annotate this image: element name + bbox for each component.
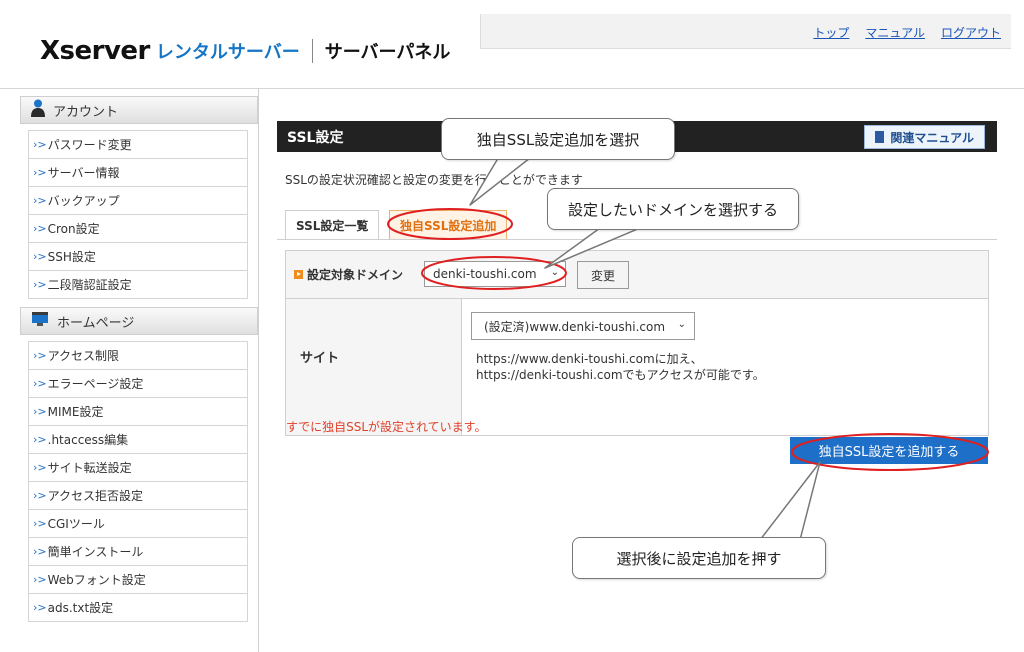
sidebar-item-ssh[interactable]: ›> SSH設定 <box>29 242 247 270</box>
arrow-icon: ›> <box>33 545 47 558</box>
sidebar-item-password[interactable]: ›> パスワード変更 <box>29 130 247 158</box>
sidebar-item-mime[interactable]: ›> MIME設定 <box>29 397 247 425</box>
book-icon <box>875 131 885 143</box>
logo-panel: サーバーパネル <box>324 42 451 63</box>
arrow-icon: ›> <box>33 138 47 151</box>
arrow-icon: ›> <box>33 461 47 474</box>
account-menu: ›> パスワード変更 ›> サーバー情報 ›> バックアップ ›> Cron設定 ›> S… <box>28 130 248 299</box>
sidebar-item-server-info[interactable]: ›> サーバー情報 <box>29 158 247 186</box>
sidebar-item-label: アクセス拒否設定 <box>47 489 144 503</box>
sidebar-item-label: 簡単インストール <box>47 545 144 559</box>
arrow-icon: ›> <box>33 405 47 418</box>
callout-press-add: 選択後に設定追加を押す <box>572 537 826 579</box>
sidebar-item-redirect[interactable]: ›> サイト転送設定 <box>29 453 247 481</box>
logo-main: Xserver <box>40 36 150 66</box>
sidebar-item-ads-txt[interactable]: ›> ads.txt設定 <box>29 593 247 621</box>
arrow-icon: ›> <box>33 573 47 586</box>
arrow-icon: ›> <box>33 166 47 179</box>
sidebar-item-2fa[interactable]: ›> 二段階認証設定 <box>29 270 247 298</box>
sidebar-item-label: アクセス制限 <box>47 349 120 363</box>
arrow-icon: ›> <box>33 194 47 207</box>
sidebar-item-cron[interactable]: ›> Cron設定 <box>29 214 247 242</box>
logo-sub: レンタルサーバー <box>155 42 300 63</box>
sidebar-item-label: 二段階認証設定 <box>47 278 132 292</box>
domain-select[interactable]: denki-toushi.com ⌄ <box>424 261 566 287</box>
arrow-icon: ›> <box>33 517 47 530</box>
sidebar-item-label: サイト転送設定 <box>47 461 132 475</box>
sidebar-item-htaccess[interactable]: ›> .htaccess編集 <box>29 425 247 453</box>
sidebar-item-label: パスワード変更 <box>47 138 132 152</box>
arrow-icon: ›> <box>33 250 47 263</box>
sidebar-section-homepage: ホームページ <box>20 307 258 335</box>
page-title: SSL設定 <box>287 129 344 146</box>
sidebar-item-label: SSH設定 <box>47 250 96 264</box>
logo[interactable]: Xserver レンタルサーバー サーバーパネル <box>40 36 450 66</box>
ssl-status-message: すでに独自SSLが設定されています。 <box>286 420 487 434</box>
arrow-icon: ›> <box>33 349 47 362</box>
sidebar-item-label: ads.txt設定 <box>47 601 114 615</box>
sidebar-item-label: エラーページ設定 <box>47 377 144 391</box>
site-note-line-2: https://denki-toushi.comでもアクセスが可能です。 <box>476 368 765 382</box>
site-label-cell: サイト <box>286 299 462 435</box>
sidebar-divider <box>258 88 259 652</box>
domain-select-value: denki-toushi.com <box>433 267 537 281</box>
domain-label-text: 設定対象ドメイン <box>307 268 404 282</box>
sidebar-item-label: Cron設定 <box>47 222 100 236</box>
callout-select-domain: 設定したいドメインを選択する <box>547 188 799 230</box>
site-select[interactable]: (設定済)www.denki-toushi.com ⌄ <box>471 312 695 340</box>
person-icon <box>31 99 45 121</box>
chevron-down-icon: ⌄ <box>550 267 559 278</box>
homepage-menu: ›> アクセス制限 ›> エラーページ設定 ›> MIME設定 ›> .htaccess… <box>28 341 248 622</box>
play-square-icon <box>294 270 303 279</box>
sidebar-item-access-deny[interactable]: ›> アクセス拒否設定 <box>29 481 247 509</box>
change-button[interactable]: 変更 <box>577 261 629 289</box>
link-top[interactable]: トップ <box>813 24 849 41</box>
sidebar-item-error-page[interactable]: ›> エラーページ設定 <box>29 369 247 397</box>
sidebar-section-account: アカウント <box>20 96 258 124</box>
header: Xserver レンタルサーバー サーバーパネル トップ マニュアル ログアウト <box>0 0 1024 89</box>
add-ssl-button[interactable]: 独自SSL設定を追加する <box>790 437 988 464</box>
domain-row: 設定対象ドメイン denki-toushi.com ⌄ 変更 <box>286 251 988 299</box>
tab-ssl-list[interactable]: SSL設定一覧 <box>285 210 380 239</box>
chevron-down-icon: ⌄ <box>677 319 686 330</box>
arrow-icon: ›> <box>33 377 47 390</box>
monitor-icon <box>31 311 49 331</box>
sidebar-section-title: アカウント <box>53 104 119 120</box>
logo-divider <box>311 39 313 63</box>
callout-tail-3 <box>759 461 821 541</box>
sidebar-item-easy-install[interactable]: ›> 簡単インストール <box>29 537 247 565</box>
site-note: https://www.denki-toushi.comに加え、 https:/… <box>476 351 765 383</box>
sidebar-item-label: .htaccess編集 <box>47 433 129 447</box>
sidebar-item-backup[interactable]: ›> バックアップ <box>29 186 247 214</box>
arrow-icon: ›> <box>33 489 47 502</box>
settings-panel: 設定対象ドメイン denki-toushi.com ⌄ 変更 サイト (設定済)… <box>285 250 989 436</box>
top-links-area: トップ マニュアル ログアウト <box>480 14 1011 49</box>
arrow-icon: ›> <box>33 601 47 614</box>
domain-label: 設定対象ドメイン <box>294 266 403 283</box>
sidebar-item-label: MIME設定 <box>47 405 104 419</box>
sidebar-item-label: CGIツール <box>47 517 105 531</box>
related-manual-label: 関連マニュアル <box>890 130 974 145</box>
link-manual[interactable]: マニュアル <box>865 24 925 41</box>
sidebar-item-label: サーバー情報 <box>47 166 120 180</box>
sidebar-item-webfont[interactable]: ›> Webフォント設定 <box>29 565 247 593</box>
link-logout[interactable]: ログアウト <box>941 24 1001 41</box>
site-select-value: (設定済)www.denki-toushi.com <box>484 319 666 334</box>
arrow-icon: ›> <box>33 278 47 291</box>
sidebar-item-cgi[interactable]: ›> CGIツール <box>29 509 247 537</box>
related-manual-button[interactable]: 関連マニュアル <box>864 125 985 149</box>
sidebar: アカウント ›> パスワード変更 ›> サーバー情報 ›> バックアップ ›> Cron… <box>20 96 258 630</box>
sidebar-item-access-limit[interactable]: ›> アクセス制限 <box>29 341 247 369</box>
callout-select-tab: 独自SSL設定追加を選択 <box>441 118 675 160</box>
site-label: サイト <box>300 351 340 366</box>
tab-add-ssl[interactable]: 独自SSL設定追加 <box>389 210 508 239</box>
page-description: SSLの設定状況確認と設定の変更を行うことができます <box>285 173 583 187</box>
sidebar-section-title: ホームページ <box>57 315 135 331</box>
site-note-line-1: https://www.denki-toushi.comに加え、 <box>476 352 703 366</box>
arrow-icon: ›> <box>33 433 47 446</box>
arrow-icon: ›> <box>33 222 47 235</box>
sidebar-item-label: バックアップ <box>47 194 120 208</box>
sidebar-item-label: Webフォント設定 <box>47 573 146 587</box>
